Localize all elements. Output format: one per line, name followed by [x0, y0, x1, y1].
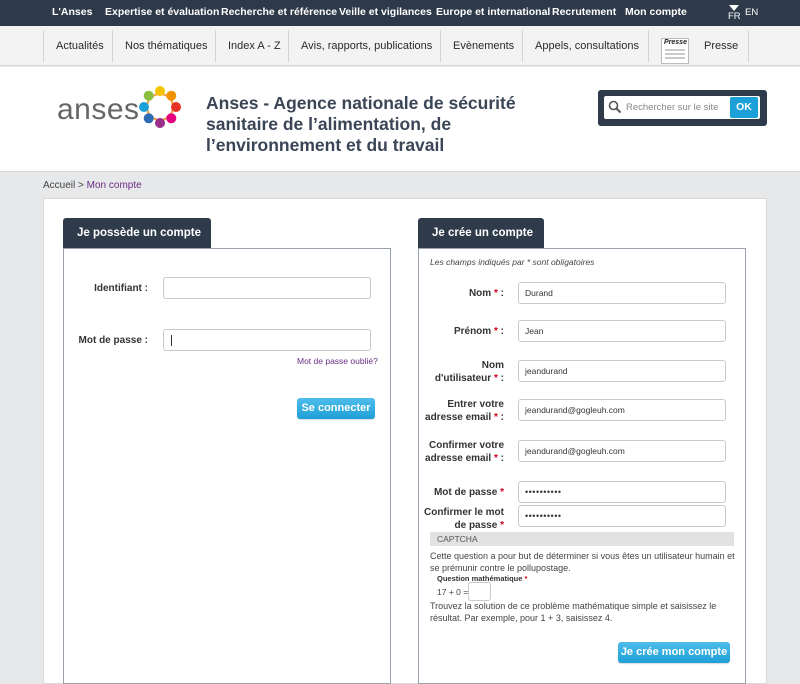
lastname-label: Nom * :: [420, 287, 504, 300]
nav-divider: [648, 30, 649, 62]
username-register-label-line1: Nom: [481, 360, 504, 371]
email-label: Entrer votre adresse email * :: [420, 398, 504, 424]
required-star: *: [493, 326, 498, 337]
forgot-password-link[interactable]: Mot de passe oublié?: [297, 356, 378, 366]
search-icon: [608, 100, 622, 114]
breadcrumb-current[interactable]: Mon compte: [87, 180, 142, 191]
newspaper-line: [665, 53, 685, 55]
firstname-input[interactable]: Jean: [518, 320, 726, 342]
register-tab-header: Je crée un compte: [418, 218, 544, 248]
login-tab-header: Je possède un compte: [63, 218, 211, 248]
presse-thumbnail-icon[interactable]: Presse: [661, 38, 689, 64]
email-label-line2: adresse email: [425, 412, 492, 423]
required-fields-note: Les champs indiqués par * sont obligatoi…: [430, 257, 595, 267]
label-colon: :: [500, 453, 504, 464]
sub-nav-item-presse[interactable]: Presse: [704, 26, 738, 66]
required-star: *: [524, 574, 528, 583]
confirm-email-label-line1: Confirmer votre: [428, 440, 504, 451]
captcha-answer-input[interactable]: [468, 582, 491, 601]
label-colon: :: [500, 412, 504, 423]
nav-divider: [112, 30, 113, 62]
top-navigation-bar: L'Anses Expertise et évaluation Recherch…: [0, 0, 800, 26]
register-password-label-text: Mot de passe: [433, 487, 498, 498]
captcha-hint: Trouvez la solution de ce problème mathé…: [430, 601, 717, 623]
email-input[interactable]: jeandurand@gogleuh.com: [518, 399, 726, 421]
firstname-label: Prénom * :: [420, 325, 504, 338]
site-header: anses Anses - Agence nationale de sécuri…: [0, 67, 800, 172]
lastname-input[interactable]: Durand: [518, 282, 726, 304]
top-nav-item-expertise[interactable]: Expertise et évaluation: [105, 0, 219, 26]
required-star: *: [493, 412, 498, 423]
top-nav-item-europe[interactable]: Europe et international: [436, 0, 550, 26]
sub-nav-item-thematiques[interactable]: Nos thématiques: [125, 26, 208, 66]
required-star: *: [493, 453, 498, 464]
top-nav-item-mon-compte[interactable]: Mon compte: [625, 0, 687, 26]
confirm-email-input[interactable]: jeandurand@gogleuh.com: [518, 440, 726, 462]
nav-divider: [440, 30, 441, 62]
register-password-input[interactable]: ••••••••••: [518, 481, 726, 503]
breadcrumb-separator: >: [75, 180, 87, 191]
login-button[interactable]: Se connecter: [297, 398, 375, 419]
username-register-label: Nom d'utilisateur * :: [420, 359, 504, 385]
language-fr[interactable]: FR: [728, 11, 741, 22]
captcha-question: 17 + 0 =: [437, 587, 469, 597]
search-input[interactable]: Rechercher sur le site OK: [604, 96, 760, 119]
search-ok-button[interactable]: OK: [730, 97, 758, 118]
register-button[interactable]: Je crée mon compte: [618, 642, 730, 663]
username-label: Identifiant :: [94, 283, 148, 294]
nav-divider: [43, 30, 44, 62]
top-nav-item-anses[interactable]: L'Anses: [52, 0, 92, 26]
search-box: Rechercher sur le site OK: [598, 90, 767, 126]
breadcrumb-home[interactable]: Accueil: [43, 180, 75, 191]
required-star: *: [500, 520, 504, 531]
username-register-input[interactable]: jeandurand: [518, 360, 726, 382]
anses-logo-icon[interactable]: [138, 85, 182, 129]
confirm-email-label-line2: adresse email: [425, 453, 492, 464]
required-star: *: [493, 373, 498, 384]
confirm-password-label-line2: de passe: [454, 520, 498, 531]
presse-thumbnail-label: Presse: [664, 39, 687, 46]
newspaper-line: [665, 57, 685, 59]
confirm-email-label: Confirmer votre adresse email * :: [420, 439, 504, 465]
text-cursor: [171, 335, 172, 346]
label-colon: :: [500, 288, 504, 299]
login-box: [63, 248, 391, 684]
required-star: *: [500, 487, 504, 498]
newspaper-line: [665, 49, 685, 51]
nav-divider: [522, 30, 523, 62]
sub-nav-item-index[interactable]: Index A - Z: [228, 26, 281, 66]
breadcrumb: Accueil > Mon compte: [43, 180, 142, 191]
nav-divider: [215, 30, 216, 62]
search-placeholder: Rechercher sur le site: [626, 102, 719, 113]
captcha-description: Cette question a pour but de déterminer …: [430, 551, 735, 573]
password-input[interactable]: [163, 329, 371, 351]
confirm-password-label: Confirmer le mot de passe *: [420, 506, 504, 532]
confirm-password-input[interactable]: ••••••••••: [518, 505, 726, 527]
required-star: *: [493, 288, 498, 299]
top-nav-item-recrutement[interactable]: Recrutement: [552, 0, 616, 26]
sub-nav-item-actualites[interactable]: Actualités: [56, 26, 104, 66]
username-input[interactable]: [163, 277, 371, 299]
firstname-label-text: Prénom: [453, 326, 492, 337]
nav-divider: [748, 30, 749, 62]
sub-nav-item-avis[interactable]: Avis, rapports, publications: [301, 26, 432, 66]
captcha-header: CAPTCHA: [430, 532, 734, 546]
logo-wordmark[interactable]: anses: [57, 93, 140, 127]
top-nav-item-veille[interactable]: Veille et vigilances: [339, 0, 432, 26]
email-label-line1: Entrer votre: [447, 399, 504, 410]
label-colon: :: [500, 373, 504, 384]
sub-nav-item-evenements[interactable]: Evènements: [453, 26, 514, 66]
username-register-label-line2: d'utilisateur: [434, 373, 492, 384]
secondary-navigation-bar: Actualités Nos thématiques Index A - Z A…: [0, 26, 800, 66]
lastname-label-text: Nom: [468, 288, 492, 299]
language-en[interactable]: EN: [745, 7, 758, 18]
register-password-label: Mot de passe *: [420, 486, 504, 499]
top-nav-item-recherche[interactable]: Recherche et référence: [221, 0, 337, 26]
nav-divider: [288, 30, 289, 62]
label-colon: :: [500, 326, 504, 337]
site-title: Anses - Agence nationale de sécurité san…: [206, 93, 516, 155]
confirm-password-label-line1: Confirmer le mot: [423, 507, 504, 518]
password-label: Mot de passe :: [78, 335, 148, 346]
sub-nav-item-appels[interactable]: Appels, consultations: [535, 26, 639, 66]
